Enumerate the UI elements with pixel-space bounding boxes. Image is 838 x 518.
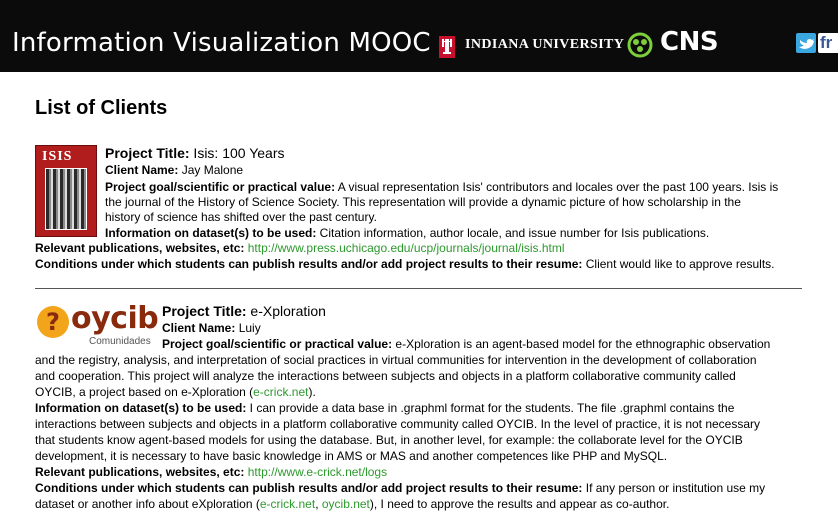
client-name-label: Client Name: [162, 321, 236, 335]
e-crick-link[interactable]: e-crick.net [253, 385, 308, 399]
facebook-icon[interactable]: fr [818, 33, 838, 53]
project-title-label: Project Title: [162, 303, 247, 319]
client-name-row: Client Name: Luiy [162, 321, 261, 336]
client-name-value: Jay Malone [178, 163, 244, 177]
project-goal-text: e-Xploration is an agent-based model for… [392, 337, 771, 351]
publications-label: Relevant publications, websites, etc: [35, 241, 245, 255]
conditions-text: If any person or institution use my [582, 481, 766, 495]
isis-journal-cover-image: ISIS [35, 145, 97, 237]
dataset-info-text: interactions between subjects and object… [35, 417, 761, 431]
dataset-info-text: development, it is necessary to have bas… [35, 449, 668, 463]
publications-row: Relevant publications, websites, etc: ht… [35, 241, 565, 256]
project-goal-label: Project goal/scientific or practical val… [162, 337, 393, 351]
publications-label: Relevant publications, websites, etc: [35, 465, 245, 479]
conditions-row: Conditions under which students can publ… [35, 257, 775, 272]
indiana-university-trident-icon[interactable] [439, 36, 455, 58]
oycib-logo: ? oycib Comunidades [37, 301, 159, 350]
project-title-value: Isis: 100 Years [189, 145, 285, 161]
oycib-link[interactable]: oycib.net [322, 497, 370, 511]
dataset-info-row: Information on dataset(s) to be used: I … [35, 401, 734, 416]
project-title-label: Project Title: [105, 145, 190, 161]
conditions-text: ), I need to approve the results and app… [369, 497, 670, 511]
client-divider [35, 288, 802, 289]
project-goal-text: the journal of the History of Science So… [105, 195, 741, 209]
project-title-value: e-Xploration [246, 303, 326, 319]
project-title-row: Project Title: e-Xploration [162, 302, 326, 320]
header-bar: Information Visualization MOOC INDIANA U… [0, 0, 838, 72]
e-crick-link[interactable]: e-crick.net [260, 497, 315, 511]
project-goal-label: Project goal/scientific or practical val… [105, 180, 336, 194]
dataset-info-text: Citation information, author locale, and… [316, 226, 710, 240]
project-goal-last-row: OYCIB, a project based on e-Xploration (… [35, 385, 316, 400]
publications-row: Relevant publications, websites, etc: ht… [35, 465, 387, 480]
page-heading: List of Clients [35, 97, 168, 119]
page: Information Visualization MOOC INDIANA U… [0, 0, 838, 518]
project-goal-row: Project goal/scientific or practical val… [162, 337, 770, 352]
publications-link[interactable]: http://www.e-crick.net/logs [244, 465, 387, 479]
client-name-row: Client Name: Jay Malone [105, 163, 243, 178]
project-goal-text: and cooperation. This project will analy… [35, 369, 736, 383]
project-goal-text: history of science has shifted over the … [105, 210, 377, 224]
isis-cover-photo [45, 168, 87, 230]
conditions-last-row: dataset or another info about eXploratio… [35, 497, 669, 512]
conditions-separator: , [315, 497, 322, 511]
project-goal-text: and the registry, analysis, and interpre… [35, 353, 757, 367]
isis-cover-title: ISIS [42, 149, 73, 164]
project-goal-text: A visual representation Isis' contributo… [335, 180, 779, 194]
oycib-wordmark: oycib [71, 301, 159, 336]
dataset-info-text: I can provide a data base in .graphml fo… [246, 401, 735, 415]
oycib-subtitle: Comunidades [89, 336, 151, 347]
project-goal-text: OYCIB, a project based on e-Xploration ( [35, 385, 254, 399]
cns-label[interactable]: CNS [660, 27, 719, 57]
dataset-info-text: that students know agent-based models fo… [35, 433, 743, 447]
conditions-label: Conditions under which students can publ… [35, 481, 583, 495]
dataset-info-label: Information on dataset(s) to be used: [35, 401, 247, 415]
client-name-value: Luiy [235, 321, 261, 335]
project-goal-row: Project goal/scientific or practical val… [105, 180, 778, 195]
dataset-info-label: Information on dataset(s) to be used: [105, 226, 317, 240]
oycib-question-icon: ? [37, 306, 69, 338]
publications-link[interactable]: http://www.press.uchicago.edu/ucp/journa… [244, 241, 565, 255]
conditions-text: Client would like to approve results. [582, 257, 775, 271]
twitter-icon[interactable] [796, 33, 816, 53]
project-goal-text: ). [308, 385, 316, 399]
cns-logo-icon[interactable] [627, 32, 657, 58]
client-name-label: Client Name: [105, 163, 179, 177]
conditions-row: Conditions under which students can publ… [35, 481, 765, 496]
indiana-university-label[interactable]: INDIANA UNIVERSITY [465, 37, 624, 53]
dataset-info-row: Information on dataset(s) to be used: Ci… [105, 226, 709, 241]
conditions-text: dataset or another info about eXploratio… [35, 497, 260, 511]
project-title-row: Project Title: Isis: 100 Years [105, 144, 285, 162]
conditions-label: Conditions under which students can publ… [35, 257, 583, 271]
site-title[interactable]: Information Visualization MOOC [12, 26, 431, 60]
